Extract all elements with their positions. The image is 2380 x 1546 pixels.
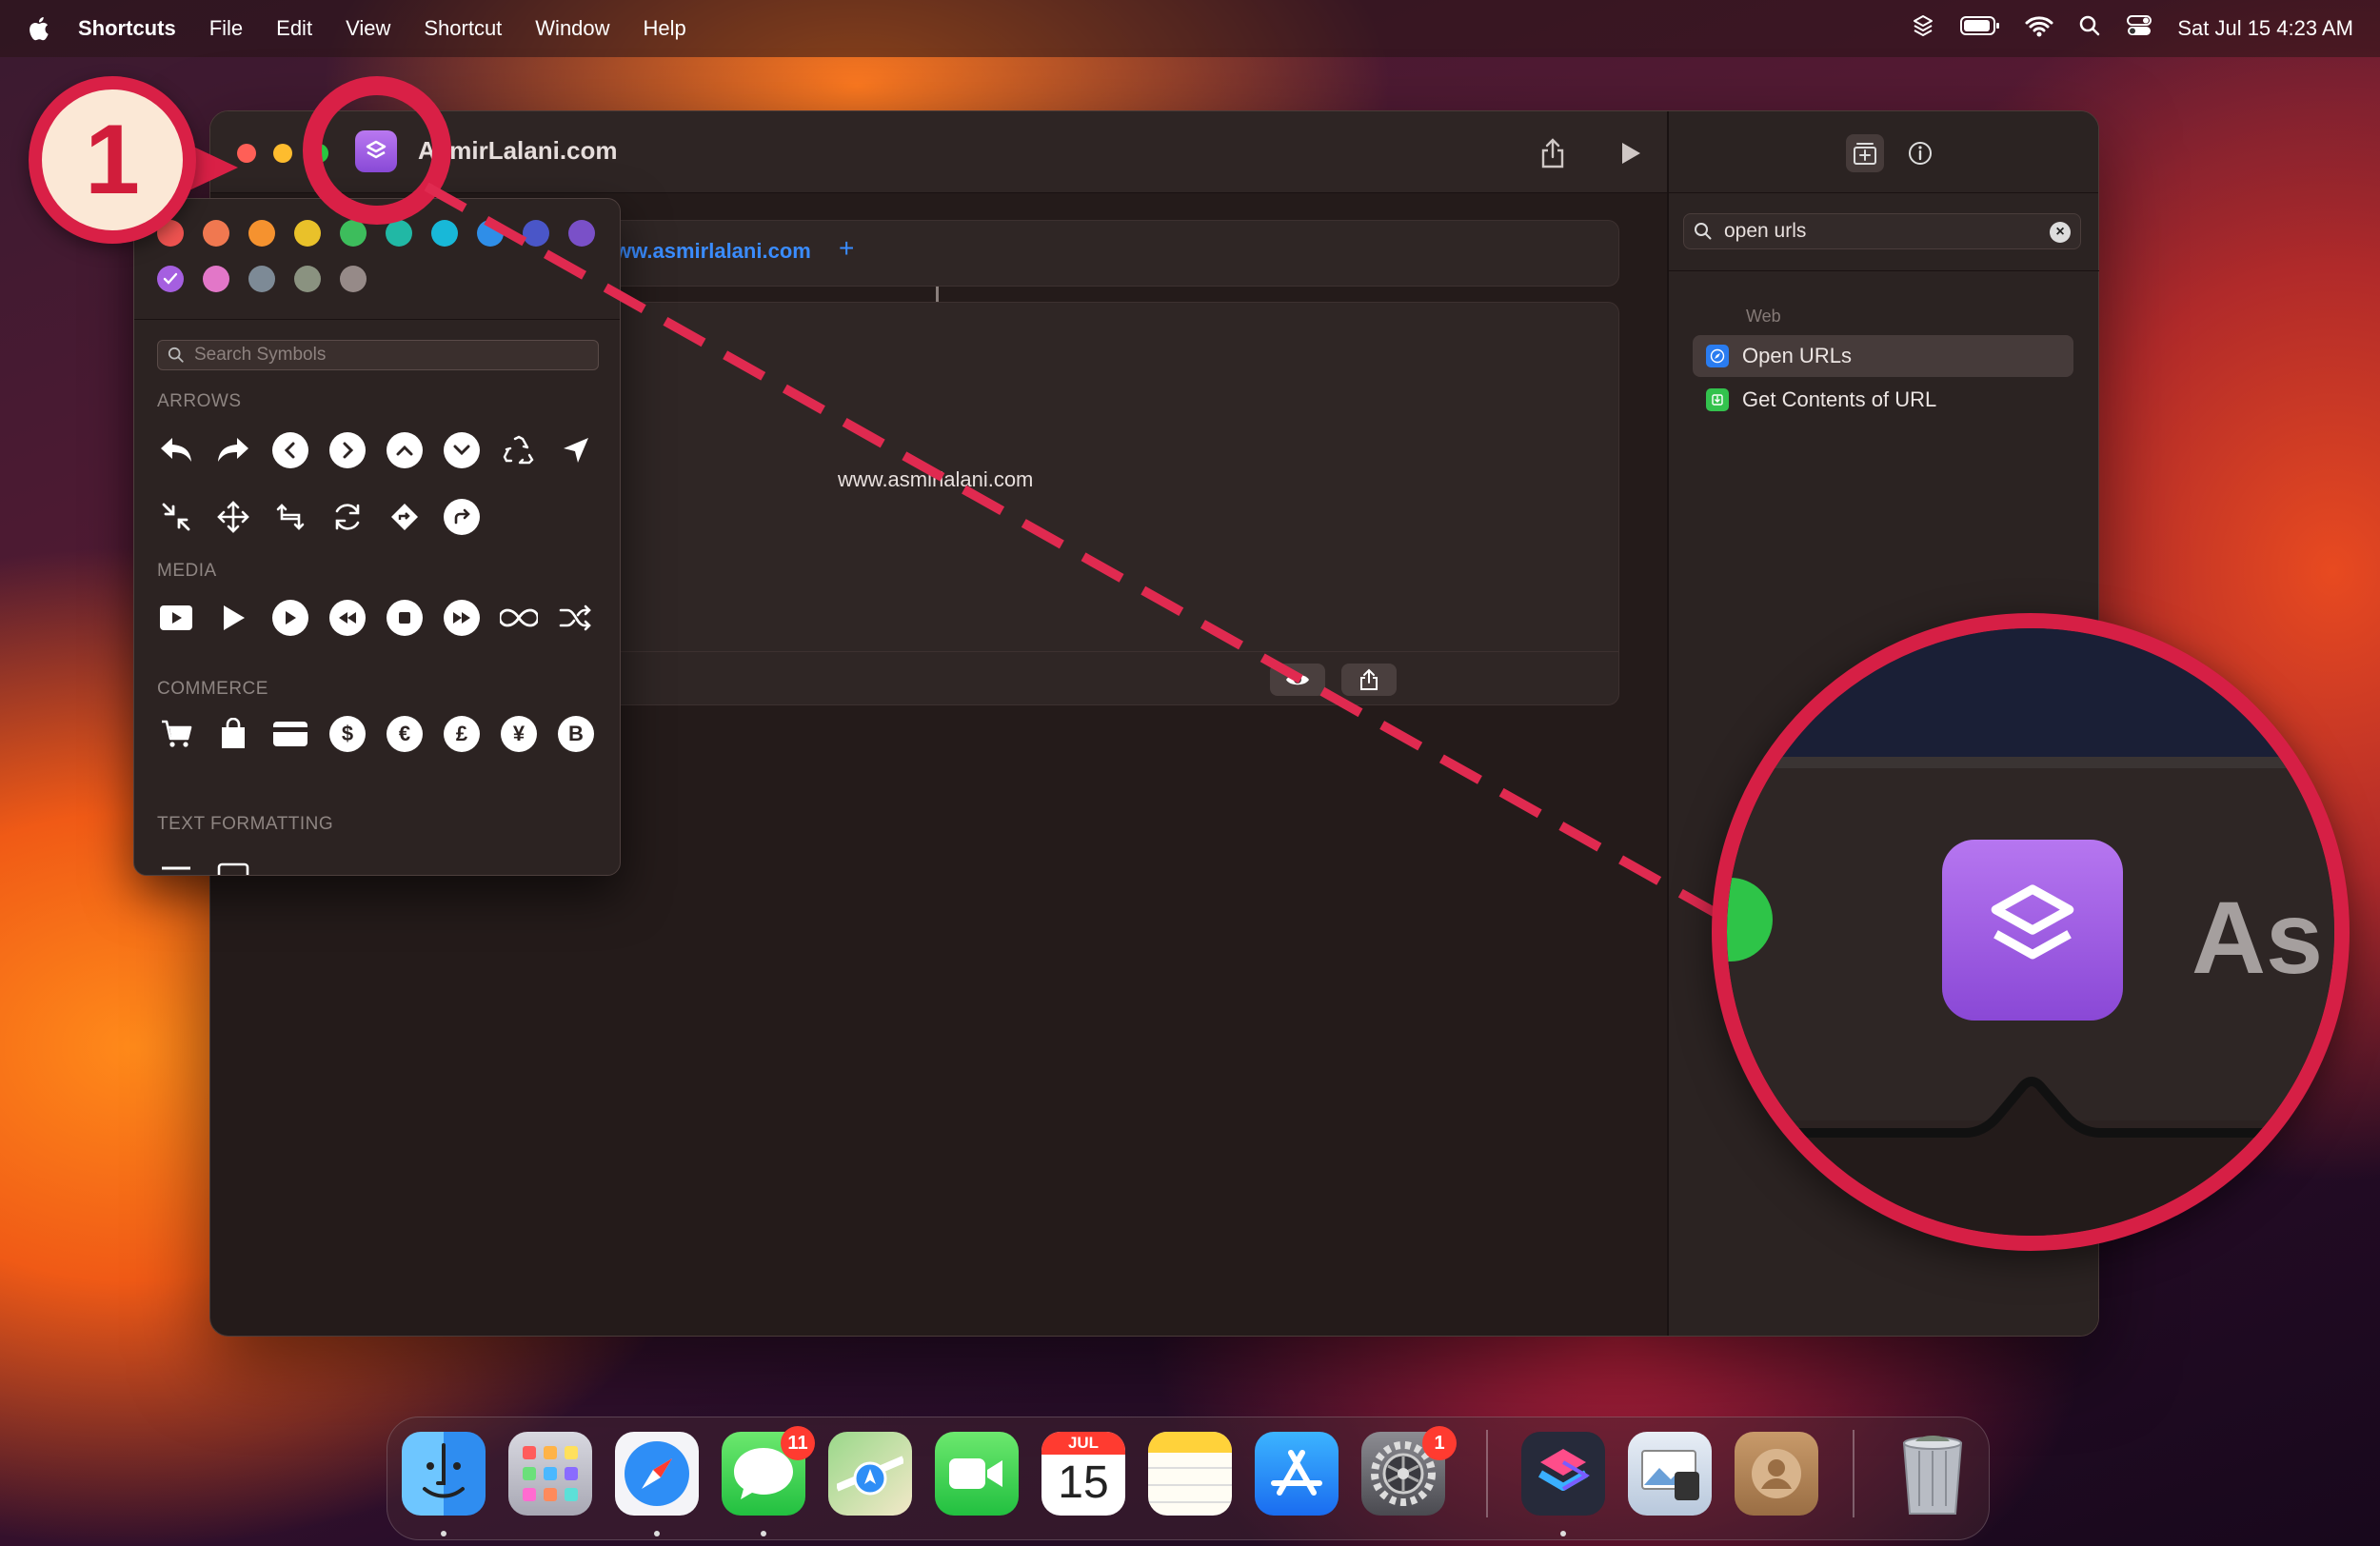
zoom-title-text: As: [2192, 880, 2324, 995]
zoom-magnifier: As: [1712, 613, 2350, 1251]
zoom-window-edge: [1727, 757, 2334, 768]
shortcut-layers-icon: [1991, 884, 2074, 960]
zoom-popover-arrow: [1727, 1077, 2334, 1236]
zoom-shortcut-icon: [1942, 840, 2123, 1021]
callout-dashed-line: [424, 182, 1720, 919]
highlight-ring: [303, 76, 451, 225]
step-number-badge: 1: [29, 76, 196, 244]
zoom-background-top: [1727, 628, 2334, 757]
